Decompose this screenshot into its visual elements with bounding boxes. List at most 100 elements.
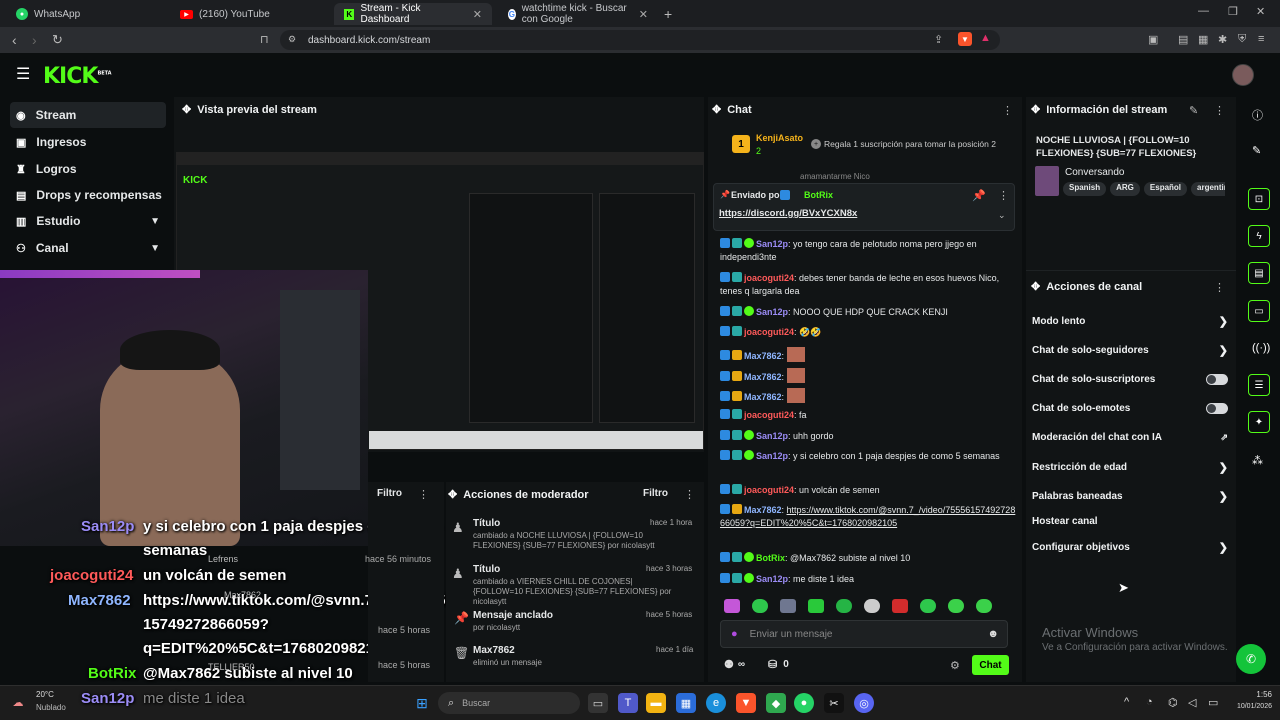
info-icon[interactable]: ⓘ — [1252, 107, 1263, 123]
chat-username[interactable]: joacoguti24 — [744, 485, 794, 495]
action-restriccion-edad[interactable]: Restricción de edad ❯ — [1032, 461, 1228, 474]
extensions-icon[interactable]: ✱ — [1218, 33, 1227, 46]
whatsapp-icon[interactable]: ● — [794, 693, 814, 713]
store-icon[interactable]: ▦ — [676, 693, 696, 713]
chat-message[interactable]: joacoguti24: 🤣🤣 — [720, 326, 1020, 339]
more-options-icon[interactable]: ⋮ — [1002, 104, 1013, 117]
action-hostear-canal[interactable]: Hostear canal — [1032, 516, 1228, 527]
volume-icon[interactable]: ◁ — [1188, 696, 1196, 709]
capcut-icon[interactable]: ✂ — [824, 693, 844, 713]
kick-logo[interactable]: KICKBETA — [43, 64, 112, 89]
close-tab-icon[interactable]: ✕ — [473, 8, 482, 21]
weather-icon[interactable]: ☁ — [8, 692, 28, 712]
rail-stack-icon[interactable]: ☰ — [1248, 374, 1270, 396]
task-view-icon[interactable]: ▭ — [588, 693, 608, 713]
edge-icon[interactable]: e — [706, 693, 726, 713]
chevron-up-icon[interactable]: ^ — [1124, 696, 1129, 708]
emote-icon[interactable] — [780, 599, 796, 613]
chat-username[interactable]: Max7862 — [744, 505, 782, 515]
reload-icon[interactable]: ↻ — [52, 32, 63, 48]
forward-icon[interactable]: › — [32, 32, 37, 48]
action-solo-emotes[interactable]: Chat de solo-emotes — [1032, 403, 1228, 414]
action-solo-suscriptores[interactable]: Chat de solo-suscriptores — [1032, 374, 1228, 385]
chat-message[interactable]: Max7862: — [720, 368, 1020, 384]
chat-username[interactable]: San12p — [756, 307, 788, 317]
minimize-icon[interactable]: — — [1198, 5, 1209, 17]
more-options-icon[interactable]: ⋮ — [998, 189, 1009, 202]
drag-handle-icon[interactable]: ✥ — [712, 103, 721, 116]
sidebar-item-logros[interactable]: ♜ Logros — [10, 156, 166, 182]
chat-message[interactable]: Max7862: — [720, 388, 1020, 404]
chat-username[interactable]: San12p — [756, 239, 788, 249]
brave-shield-icon[interactable]: ▼ — [958, 32, 972, 46]
action-solo-seguidores[interactable]: Chat de solo-seguidores ❯ — [1032, 344, 1228, 357]
windows-start-icon[interactable]: ⊞ — [412, 693, 432, 713]
new-tab-icon[interactable]: + — [664, 6, 672, 22]
filter-button[interactable]: Filtro — [377, 488, 402, 499]
back-icon[interactable]: ‹ — [12, 32, 17, 48]
emote-icon[interactable] — [724, 599, 740, 613]
chat-username[interactable]: Max7862 — [744, 351, 782, 361]
emote-icon[interactable] — [948, 599, 964, 613]
address-bar[interactable]: ⚙ dashboard.kick.com/stream — [280, 30, 1000, 50]
chat-message[interactable]: joacoguti24: fa — [720, 409, 1020, 422]
rail-wrench-icon[interactable]: ✦ — [1248, 411, 1270, 433]
chat-username[interactable]: San12p — [756, 574, 788, 584]
sidebar-item-estudio[interactable]: ▥ Estudio ▼ — [10, 208, 166, 234]
bookmark-icon[interactable]: ⊓ — [260, 33, 269, 46]
support-chat-button[interactable]: ✆ — [1236, 644, 1266, 674]
chat-message[interactable]: Max7862: https://www.tiktok.com/@svnn.7_… — [720, 504, 1020, 530]
chat-username[interactable]: San12p — [756, 431, 788, 441]
emoji-icon[interactable]: ☻ — [987, 628, 999, 640]
gift-cta[interactable]: Regala 1 suscripción para tomar la posic… — [824, 139, 996, 149]
file-explorer-icon[interactable]: ▬ — [646, 693, 666, 713]
tag-pill[interactable]: Spanish — [1063, 182, 1107, 196]
emotes-only-toggle[interactable] — [1206, 403, 1228, 414]
drag-handle-icon[interactable]: ✥ — [448, 488, 457, 501]
hamburger-menu-icon[interactable]: ☰ — [16, 64, 30, 84]
sidebar-toggle-icon[interactable]: ▣ — [1148, 33, 1158, 46]
drag-handle-icon[interactable]: ✥ — [1031, 280, 1040, 293]
tag-pill[interactable]: Español — [1143, 182, 1188, 196]
tag-pill[interactable]: argentin — [1191, 182, 1225, 196]
taskbar-search[interactable]: ⌕ Buscar — [438, 692, 580, 714]
top-gifter-name[interactable]: KenjiAsato — [756, 133, 803, 143]
site-info-icon[interactable]: ⚙ — [288, 34, 296, 45]
chat-message[interactable]: joacoguti24: un volcán de semen — [720, 484, 1020, 497]
tab-google[interactable]: G watchtime kick - Buscar con Google ✕ — [498, 3, 658, 25]
tab-whatsapp[interactable]: ● WhatsApp — [6, 3, 164, 25]
share-icon[interactable]: ⇪ — [934, 33, 943, 46]
subscribers-only-toggle[interactable] — [1206, 374, 1228, 385]
brave-icon[interactable]: ▼ — [736, 693, 756, 713]
pinned-user[interactable]: BotRix — [804, 190, 833, 200]
menu-icon[interactable]: ≡ — [1258, 33, 1264, 45]
emote-icon[interactable] — [976, 599, 992, 613]
battery-icon[interactable]: ▭ — [1208, 696, 1218, 709]
chat-username[interactable]: Max7862 — [744, 372, 782, 382]
emote-icon[interactable] — [864, 599, 880, 613]
more-options-icon[interactable]: ⋮ — [1214, 281, 1225, 294]
rail-layout-icon[interactable]: ⊡ — [1248, 188, 1270, 210]
microphone-icon[interactable]: ● — [731, 628, 738, 640]
avatar[interactable] — [1232, 64, 1254, 86]
chat-settings-icon[interactable]: ⚙ — [950, 659, 960, 672]
chat-input[interactable]: ● Enviar un mensaje ☻ — [720, 620, 1008, 648]
action-moderacion-ia[interactable]: Moderación del chat con IA ⇗ — [1032, 432, 1228, 443]
emote-icon[interactable] — [752, 599, 768, 613]
filter-button[interactable]: Filtro — [643, 488, 668, 499]
emote-icon[interactable] — [892, 599, 908, 613]
chat-username[interactable]: BotRix — [756, 553, 785, 563]
emote-icon[interactable] — [808, 599, 824, 613]
sidebar-item-canal[interactable]: ⚇ Canal ▼ — [10, 235, 166, 261]
app-icon[interactable]: ◆ — [766, 693, 786, 713]
reading-list-icon[interactable]: ▤ — [1178, 33, 1188, 46]
chat-message[interactable]: San12p: NOOO QUE HDP QUE CRACK KENJI — [720, 306, 1020, 319]
action-configurar-objetivos[interactable]: Configurar objetivos ❯ — [1032, 541, 1228, 554]
edit-icon[interactable]: ✎ — [1189, 104, 1198, 117]
chat-message[interactable]: BotRix: @Max7862 subiste al nivel 10 — [720, 552, 1020, 565]
maximize-icon[interactable]: ❐ — [1228, 5, 1238, 18]
chat-username[interactable]: joacoguti24 — [744, 273, 794, 283]
chat-gifts[interactable]: ⛁ 0 — [768, 658, 789, 671]
chat-username[interactable]: joacoguti24 — [744, 327, 794, 337]
send-chat-button[interactable]: Chat — [972, 655, 1009, 675]
